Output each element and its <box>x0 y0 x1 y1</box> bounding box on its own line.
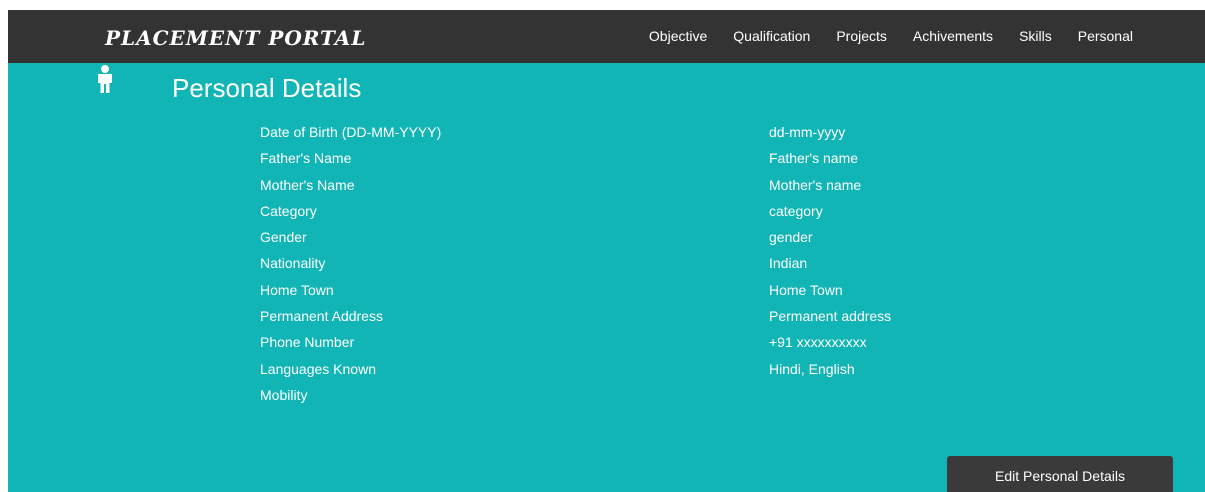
personal-details-list: Date of Birth (DD-MM-YYYY) dd-mm-yyyy Fa… <box>260 124 960 413</box>
page-frame: PLACEMENT PORTAL Objective Qualification… <box>8 10 1205 492</box>
nav-personal[interactable]: Personal <box>1078 28 1133 44</box>
detail-value: Indian <box>769 255 808 272</box>
detail-value: Mother's name <box>769 176 862 193</box>
nav-qualification[interactable]: Qualification <box>733 28 810 44</box>
navbar: PLACEMENT PORTAL Objective Qualification… <box>8 10 1205 63</box>
person-icon <box>98 65 112 93</box>
detail-row-gender: Gender gender <box>260 229 960 255</box>
detail-row-hometown: Home Town Home Town <box>260 282 960 308</box>
detail-row-languages: Languages Known Hindi, English <box>260 361 960 387</box>
nav-projects[interactable]: Projects <box>836 28 887 44</box>
detail-value: Permanent address <box>769 308 892 325</box>
detail-label: Mother's Name <box>260 176 355 193</box>
brand-logo[interactable]: PLACEMENT PORTAL <box>105 26 366 50</box>
detail-label: Category <box>260 202 317 219</box>
detail-row-category: Category category <box>260 203 960 229</box>
detail-value: category <box>769 202 823 219</box>
detail-label: Languages Known <box>260 360 376 377</box>
edit-personal-details-button[interactable]: Edit Personal Details <box>947 456 1173 492</box>
detail-label: Permanent Address <box>260 308 383 325</box>
detail-value: Hindi, English <box>769 360 855 377</box>
detail-label: Mobility <box>260 386 308 403</box>
page-title: Personal Details <box>172 73 362 103</box>
detail-row-mother: Mother's Name Mother's name <box>260 177 960 203</box>
detail-row-dob: Date of Birth (DD-MM-YYYY) dd-mm-yyyy <box>260 124 960 150</box>
detail-value: Father's name <box>769 150 859 167</box>
detail-row-phone: Phone Number +91 xxxxxxxxxx <box>260 334 960 360</box>
detail-label: Nationality <box>260 255 326 272</box>
detail-label: Father's Name <box>260 150 352 167</box>
detail-value: Home Town <box>769 281 843 298</box>
nav-links: Objective Qualification Projects Achivem… <box>649 28 1133 44</box>
nav-objective[interactable]: Objective <box>649 28 707 44</box>
detail-label: Home Town <box>260 281 334 298</box>
detail-row-nationality: Nationality Indian <box>260 255 960 281</box>
nav-achievements[interactable]: Achivements <box>913 28 993 44</box>
nav-skills[interactable]: Skills <box>1019 28 1052 44</box>
detail-row-address: Permanent Address Permanent address <box>260 308 960 334</box>
detail-value: dd-mm-yyyy <box>769 124 846 140</box>
detail-value: +91 xxxxxxxxxx <box>769 334 867 351</box>
detail-row-father: Father's Name Father's name <box>260 150 960 176</box>
detail-label: Date of Birth (DD-MM-YYYY) <box>260 124 442 140</box>
detail-label: Phone Number <box>260 334 355 351</box>
detail-label: Gender <box>260 229 307 246</box>
detail-row-mobility: Mobility <box>260 387 960 413</box>
detail-value: gender <box>769 229 813 246</box>
